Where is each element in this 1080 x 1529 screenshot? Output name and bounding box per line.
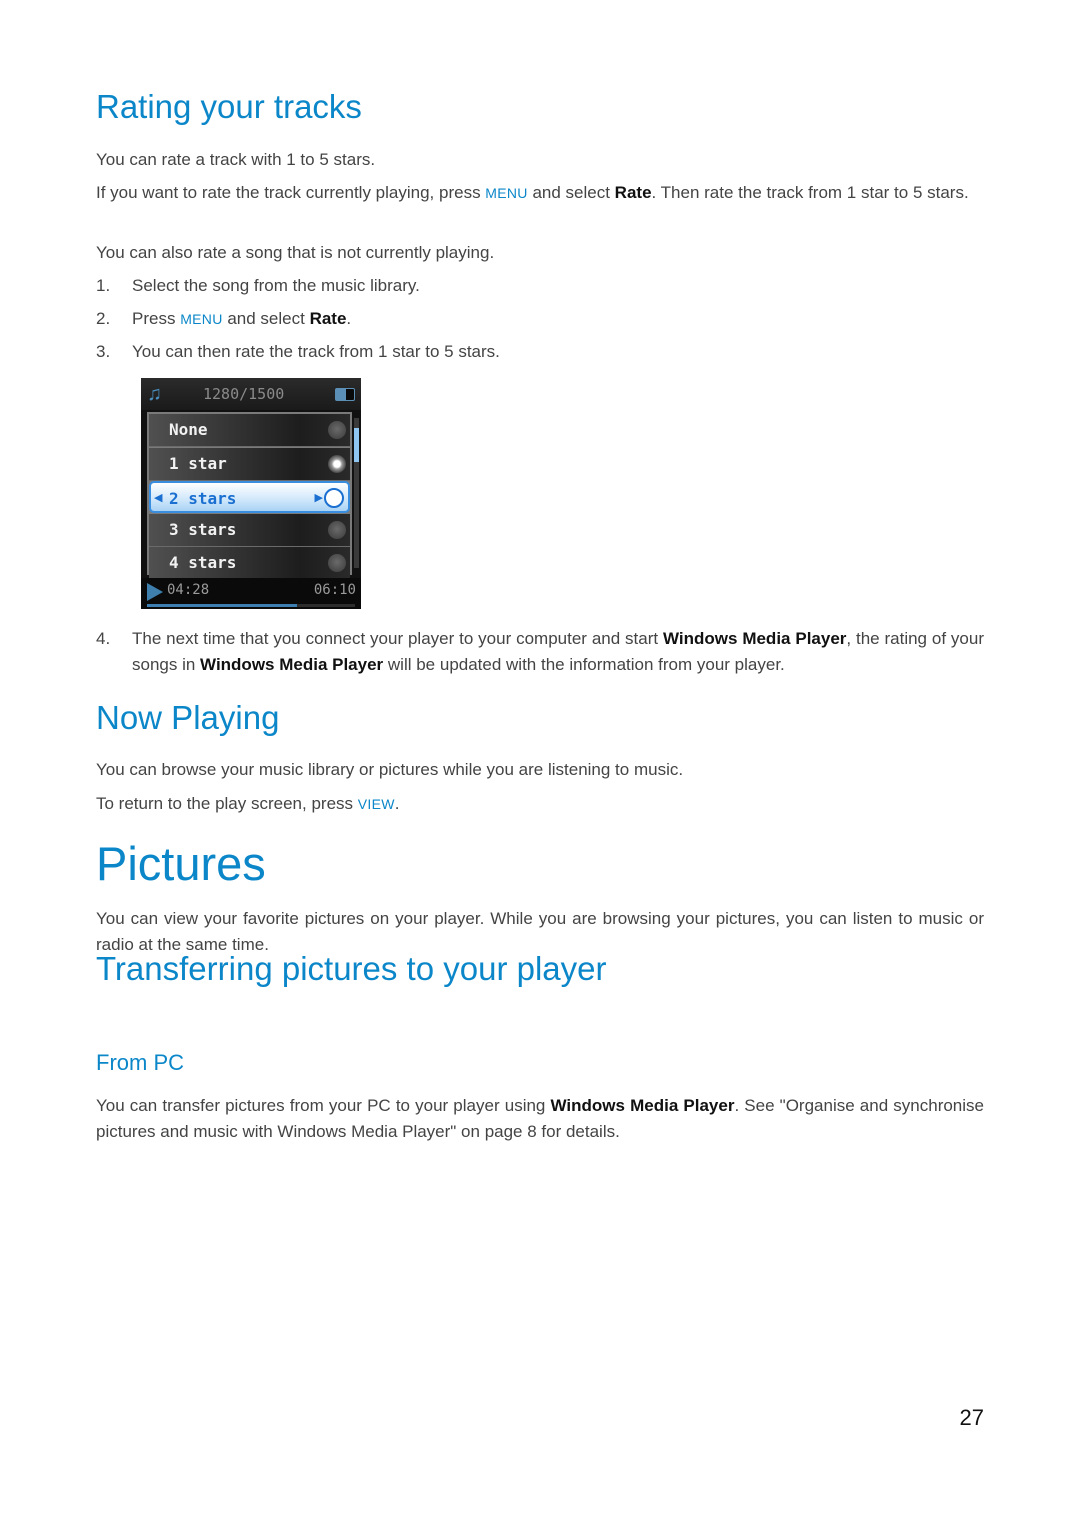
- rating-option-none[interactable]: None: [149, 414, 350, 447]
- subheading-from-pc: From PC: [96, 1050, 184, 1075]
- option-label: 4 stars: [169, 553, 237, 573]
- step-number: 4.: [96, 629, 111, 648]
- rating-other-song: You can also rate a song that is not cur…: [96, 243, 495, 262]
- radio-icon: [328, 421, 346, 439]
- windows-media-player: Windows Media Player: [550, 1096, 735, 1115]
- now-playing-paragraph: You can browse your music library or pic…: [96, 760, 684, 779]
- windows-media-player: Windows Media Player: [663, 629, 847, 648]
- play-icon: [147, 583, 163, 601]
- heading-transferring-pictures: Transferring pictures to your player: [96, 950, 607, 987]
- rating-option-4-stars[interactable]: 4 stars: [149, 547, 350, 581]
- rating-option-3-stars[interactable]: 3 stars: [149, 513, 350, 547]
- text: Press: [132, 309, 181, 328]
- text: .: [346, 309, 352, 328]
- progress-fill: [147, 604, 297, 607]
- scrollbar[interactable]: [354, 418, 359, 568]
- rate-option: Rate: [309, 309, 347, 328]
- step-text: Select the song from the music library.: [132, 276, 420, 295]
- text: and select: [222, 309, 310, 328]
- step-number: 3.: [96, 342, 111, 361]
- step-text: Press MENU and select Rate.: [132, 306, 984, 332]
- heading-rating-your-tracks: Rating your tracks: [96, 88, 362, 125]
- step-text: The next time that you connect your play…: [132, 626, 984, 678]
- view-key: VIEW: [357, 796, 395, 812]
- device-screen-rating-menu: ♫ 1280/1500 None 1 star ◀ 2 stars ▶ 3 st…: [141, 378, 361, 609]
- radio-checked-icon: [328, 454, 346, 473]
- text: If you want to rate the track currently …: [96, 183, 486, 202]
- radio-icon: [324, 488, 344, 509]
- option-label: 2 stars: [169, 489, 237, 509]
- battery-icon: [335, 388, 355, 401]
- step-text: You can then rate the track from 1 star …: [132, 342, 500, 361]
- status-bar: ♫ 1280/1500: [141, 378, 361, 410]
- windows-media-player: Windows Media Player: [200, 655, 384, 674]
- option-label: 1 star: [169, 453, 227, 473]
- now-playing-return: To return to the play screen, press VIEW…: [96, 791, 399, 817]
- left-arrow-icon: ◀: [154, 492, 163, 505]
- text: The next time that you connect your play…: [132, 629, 663, 648]
- transfer-paragraph: You can transfer pictures from your PC t…: [96, 1093, 984, 1145]
- rating-current-track-paragraph: If you want to rate the track currently …: [96, 180, 984, 206]
- heading-pictures: Pictures: [96, 837, 266, 890]
- step-number: 2.: [96, 309, 111, 328]
- rating-intro: You can rate a track with 1 to 5 stars.: [96, 150, 376, 169]
- text: To return to the play screen, press: [96, 794, 358, 813]
- text: will be updated with the information fro…: [383, 655, 785, 674]
- radio-icon: [328, 554, 346, 573]
- text: . Then rate the track from 1 star to 5 s…: [651, 183, 969, 202]
- text: and select: [527, 183, 615, 202]
- elapsed-time: 04:28: [167, 582, 210, 598]
- rate-option: Rate: [614, 183, 652, 202]
- page-number: 27: [959, 1405, 984, 1430]
- track-counter: 1280/1500: [203, 385, 285, 403]
- option-label: None: [169, 420, 208, 439]
- total-time: 06:10: [313, 582, 356, 598]
- menu-key: MENU: [485, 185, 528, 201]
- scrollbar-thumb[interactable]: [354, 428, 359, 462]
- music-note-icon: ♫: [147, 383, 162, 405]
- option-label: 3 stars: [169, 519, 237, 539]
- menu-key: MENU: [180, 311, 223, 327]
- progress-bar: [147, 604, 355, 607]
- radio-icon: [328, 520, 346, 539]
- rating-options-list: None 1 star ◀ 2 stars ▶ 3 stars 4 stars: [147, 412, 352, 581]
- rating-option-2-stars[interactable]: ◀ 2 stars ▶: [149, 481, 350, 514]
- step-number: 1.: [96, 276, 111, 295]
- heading-now-playing: Now Playing: [96, 699, 280, 736]
- rating-option-1-star[interactable]: 1 star: [149, 447, 350, 481]
- text: .: [394, 794, 400, 813]
- playback-bar: 04:28 06:10: [141, 578, 361, 609]
- right-arrow-icon: ▶: [314, 492, 323, 505]
- text: You can transfer pictures from your PC t…: [96, 1096, 551, 1115]
